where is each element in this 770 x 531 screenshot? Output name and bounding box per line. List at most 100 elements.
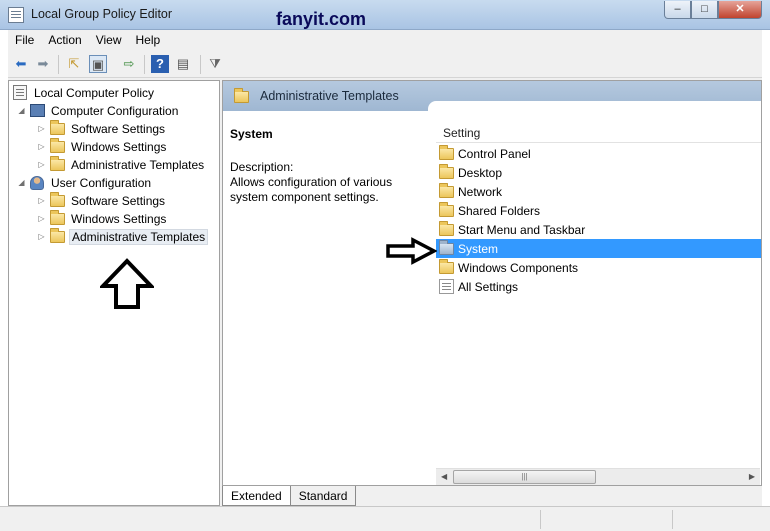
- minimize-button[interactable]: –: [664, 1, 691, 19]
- list-item[interactable]: Shared Folders: [436, 201, 761, 220]
- description-text: Allows configuration of various system c…: [230, 175, 393, 204]
- user-icon: [30, 175, 44, 190]
- list-item-selected[interactable]: System: [436, 239, 761, 258]
- menu-file[interactable]: File: [8, 30, 41, 50]
- tree-node-label: User Configuration: [51, 175, 152, 190]
- horizontal-scrollbar[interactable]: ◀ ||| ▶: [436, 468, 760, 485]
- tab-extended[interactable]: Extended: [222, 486, 291, 506]
- folder-icon: [439, 201, 454, 217]
- expand-toggle-icon[interactable]: ▷: [37, 124, 46, 133]
- expand-toggle-icon[interactable]: ◢: [17, 178, 26, 187]
- annotation-right-arrow-icon: [386, 237, 437, 265]
- computer-icon: [30, 104, 45, 117]
- list-item[interactable]: Desktop: [436, 163, 761, 182]
- scroll-right-icon[interactable]: ▶: [749, 472, 755, 481]
- header-notch: [428, 101, 761, 113]
- all-settings-icon: [439, 279, 454, 294]
- list-item-label: Start Menu and Taskbar: [458, 222, 586, 237]
- tree-node-user-software-settings[interactable]: ▷ Software Settings: [37, 191, 167, 209]
- status-bar: [0, 506, 770, 531]
- tree-node-label: Windows Settings: [71, 211, 167, 226]
- watermark-text: fanyit.com: [276, 9, 367, 29]
- toolbar: ⬅ ➡ ⇱ ▣ ⇨ ? ▤ ⧩: [8, 50, 762, 78]
- expand-toggle-icon[interactable]: ▷: [37, 196, 46, 205]
- tree-node-computer-configuration[interactable]: ◢ Computer Configuration: [17, 102, 180, 119]
- folder-icon: [439, 182, 454, 198]
- list-item[interactable]: All Settings: [436, 277, 761, 296]
- setting-column-header[interactable]: Setting: [436, 121, 761, 143]
- folder-icon: [50, 155, 65, 171]
- tree-node-user-configuration[interactable]: ◢ User Configuration: [17, 174, 153, 191]
- list-item-label: Control Panel: [458, 146, 531, 161]
- maximize-button[interactable]: □: [691, 1, 718, 19]
- back-icon[interactable]: ⬅: [12, 55, 30, 73]
- folder-icon: [439, 258, 454, 274]
- description-label: Description:: [230, 160, 294, 174]
- close-button[interactable]: ✕: [718, 1, 762, 19]
- toolbar-separator: [200, 55, 201, 74]
- forward-icon[interactable]: ➡: [34, 55, 52, 73]
- menu-action[interactable]: Action: [41, 30, 88, 50]
- folder-icon: [439, 220, 454, 236]
- tree-node-label: Administrative Templates: [71, 157, 205, 172]
- list-item-label: Network: [458, 184, 503, 199]
- annotation-up-arrow-icon: [100, 258, 154, 309]
- list-item-label: Desktop: [458, 165, 503, 180]
- scroll-left-icon[interactable]: ◀: [441, 472, 447, 481]
- group-policy-app-icon[interactable]: [8, 7, 24, 23]
- tree-node-windows-settings[interactable]: ▷ Windows Settings: [37, 137, 168, 155]
- folder-icon: [50, 137, 65, 153]
- up-folder-icon[interactable]: ⇱: [65, 55, 83, 73]
- expand-toggle-icon[interactable]: ▷: [37, 160, 46, 169]
- show-hide-tree-icon[interactable]: ▣: [89, 55, 107, 73]
- filter-icon[interactable]: ⧩: [206, 55, 224, 73]
- help-icon[interactable]: ?: [151, 55, 169, 73]
- properties-icon[interactable]: ▤: [174, 55, 192, 73]
- folder-icon: [50, 209, 65, 225]
- scrollbar-thumb[interactable]: |||: [453, 470, 596, 484]
- details-header-title: Administrative Templates: [260, 89, 399, 103]
- status-separator: [672, 510, 673, 529]
- list-item-label: All Settings: [458, 279, 519, 294]
- tree-node-software-settings[interactable]: ▷ Software Settings: [37, 119, 167, 137]
- toolbar-separator: [58, 55, 59, 74]
- toolbar-separator: [144, 55, 145, 74]
- tree-node-label: Windows Settings: [71, 139, 167, 154]
- list-item-label: System: [458, 241, 499, 256]
- expand-toggle-icon[interactable]: ▷: [37, 214, 46, 223]
- menu-help[interactable]: Help: [129, 30, 168, 50]
- list-item[interactable]: Windows Components: [436, 258, 761, 277]
- folder-icon: [50, 119, 65, 135]
- tree-node-administrative-templates[interactable]: ▷ Administrative Templates: [37, 155, 206, 173]
- status-separator: [540, 510, 541, 529]
- tree-node-label: Software Settings: [71, 121, 166, 136]
- list-item[interactable]: Control Panel: [436, 144, 761, 163]
- expand-toggle-icon[interactable]: ▷: [37, 142, 46, 151]
- view-tabs: Extended Standard: [222, 486, 357, 506]
- export-list-icon[interactable]: ⇨: [120, 55, 138, 73]
- policy-icon: [13, 85, 27, 100]
- window-controls: – □ ✕: [664, 1, 762, 19]
- tree-node-root[interactable]: Local Computer Policy: [13, 84, 156, 101]
- list-item-label: Windows Components: [458, 260, 579, 275]
- details-pane: Administrative Templates System Descript…: [222, 80, 762, 486]
- list-item[interactable]: Network: [436, 182, 761, 201]
- menu-view[interactable]: View: [89, 30, 129, 50]
- tree-node-user-windows-settings[interactable]: ▷ Windows Settings: [37, 209, 168, 227]
- expand-toggle-icon[interactable]: ◢: [17, 106, 26, 115]
- tree-node-user-administrative-templates[interactable]: ▷ Administrative Templates: [37, 227, 209, 245]
- title-bar: Local Group Policy Editor fanyit.com – □…: [0, 0, 770, 30]
- list-item-label: Shared Folders: [458, 203, 541, 218]
- list-item[interactable]: Start Menu and Taskbar: [436, 220, 761, 239]
- tree-node-label: Computer Configuration: [51, 103, 179, 118]
- folder-icon: [50, 191, 65, 207]
- tab-standard[interactable]: Standard: [289, 486, 357, 506]
- window-title: Local Group Policy Editor: [31, 7, 173, 21]
- folder-icon: [439, 239, 454, 255]
- folder-icon: [439, 163, 454, 179]
- tree-node-label: Administrative Templates: [69, 228, 209, 245]
- tree-node-label: Software Settings: [71, 193, 166, 208]
- menu-bar: File Action View Help: [8, 30, 762, 50]
- tree-node-label: Local Computer Policy: [34, 85, 155, 100]
- expand-toggle-icon[interactable]: ▷: [37, 232, 46, 241]
